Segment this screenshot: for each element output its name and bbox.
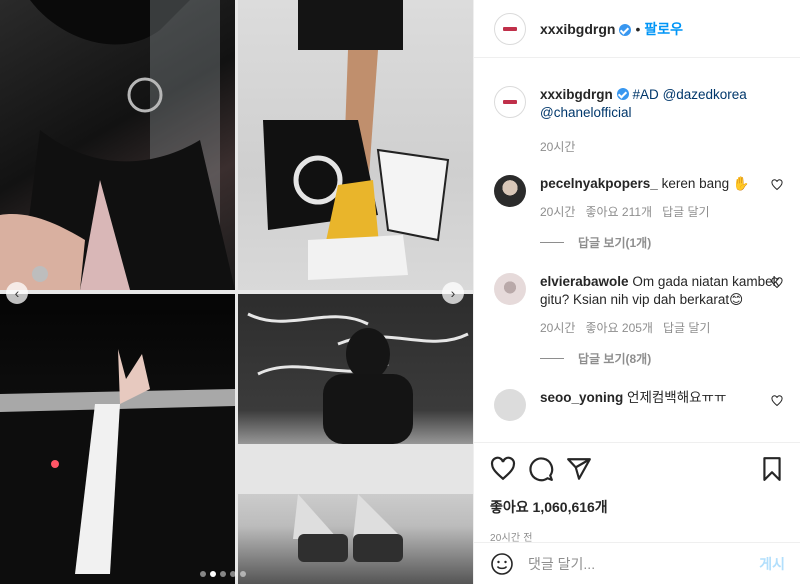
heart-icon[interactable] [771,395,783,407]
follow-button[interactable]: 팔로우 [644,19,683,39]
header-separator: • [635,20,641,37]
comment-text: seoo_yoning 언제컴백해요ㅠㅠ [540,389,800,407]
comment-text: pecelnyakpopers_ keren bang ✋ [540,175,800,193]
like-count[interactable]: 좋아요 1,060,616개 [490,497,785,517]
comment-icon[interactable] [528,456,554,482]
carousel-dot-active [210,571,216,577]
commenter-avatar[interactable] [494,273,526,305]
media-tile-graffiti [238,294,473,584]
reply-button[interactable]: 답글 달기 [662,203,710,220]
caption-time[interactable]: 20시간 [540,138,575,155]
comment-username[interactable]: elvierabawole [540,274,629,289]
commenter-avatar[interactable] [494,175,526,207]
caption-mention[interactable]: @chanelofficial [540,105,632,120]
caption-meta: 20시간 [540,138,800,155]
caption: xxxibgdrgn #AD @dazedkorea @chaneloffici… [494,86,800,155]
media-tile-sneakers [238,0,473,290]
caption-hashtag[interactable]: #AD [633,87,659,102]
commenter-avatar[interactable] [494,389,526,421]
comment-meta: 20시간 좋아요 211개 답글 달기 [540,203,800,220]
comment-body: keren bang ✋ [661,176,750,191]
comment-time[interactable]: 20시간 [540,203,575,220]
caption-avatar[interactable] [494,86,526,118]
comment-item: seoo_yoning 언제컴백해요ㅠㅠ [494,389,800,421]
view-replies-label: 답글 보기(1개) [578,236,652,250]
media-tile-portrait [0,0,235,290]
emoji-icon[interactable] [490,552,514,576]
comment-item: pecelnyakpopers_ keren bang ✋ 20시간 좋아요 2… [494,175,800,251]
post-header: xxxibgdrgn • 팔로우 [474,0,800,58]
save-icon[interactable] [759,456,785,482]
post-sidebar: xxxibgdrgn • 팔로우 xxxibgdrgn #AD @dazedko… [473,0,800,584]
comment-meta: 20시간 좋아요 205개 답글 달기 [540,319,800,336]
caption-text: xxxibgdrgn #AD @dazedkorea @chaneloffici… [540,86,800,122]
comment-text: elvierabawole Om gada niatan kambek gitu… [540,273,800,309]
comment-username[interactable]: pecelnyakpopers_ [540,176,658,191]
verified-icon [616,88,629,100]
carousel-indicator [200,571,246,577]
verified-icon [619,23,632,36]
carousel-prev-button[interactable]: ‹ [6,282,28,304]
view-replies-label: 답글 보기(8개) [578,352,652,366]
action-icons [490,455,785,483]
comment-likes[interactable]: 좋아요 211개 [585,203,652,220]
post-actions: 좋아요 1,060,616개 20시간 전 [474,442,800,544]
carousel-dot [240,571,246,577]
heart-icon[interactable] [771,277,783,289]
comment-likes[interactable]: 좋아요 205개 [585,319,653,336]
caption-username[interactable]: xxxibgdrgn [540,87,613,102]
view-replies-button[interactable]: 답글 보기(8개) [540,350,800,367]
divider [540,242,564,243]
carousel-next-button[interactable]: › [442,282,464,304]
comment-item: elvierabawole Om gada niatan kambek gitu… [494,273,800,367]
author-avatar[interactable] [494,12,526,45]
post-comment-button[interactable]: 게시 [759,554,785,574]
divider [540,358,564,359]
comment-body: 언제컴백해요ㅠㅠ [627,390,727,405]
comment-input[interactable] [528,555,760,572]
chevron-left-icon: ‹ [14,285,20,301]
heart-icon[interactable] [490,456,516,482]
comment-composer: 게시 [474,542,800,584]
reply-button[interactable]: 답글 달기 [663,319,711,336]
share-icon[interactable] [566,456,592,482]
carousel-dot [200,571,206,577]
caption-mention[interactable]: @dazedkorea [663,87,747,102]
heart-icon[interactable] [771,179,783,191]
carousel-dot [220,571,226,577]
view-replies-button[interactable]: 답글 보기(1개) [540,234,800,251]
post-media[interactable]: ‹ › [0,0,473,584]
carousel-dot [230,571,236,577]
comment-time[interactable]: 20시간 [540,319,575,336]
comment-username[interactable]: seoo_yoning [540,390,623,405]
comments-list[interactable]: xxxibgdrgn #AD @dazedkorea @chaneloffici… [474,70,800,442]
media-tile-car [0,294,235,584]
chevron-right-icon: › [450,285,456,301]
author-username[interactable]: xxxibgdrgn [540,21,615,37]
